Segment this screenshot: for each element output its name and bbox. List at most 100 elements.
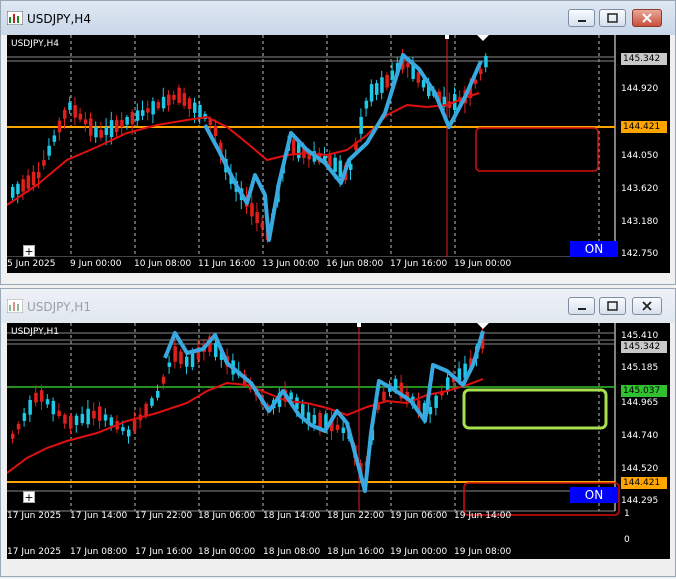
bull-candle: [51, 400, 56, 415]
time-axis-label: 19 Jun 00:00: [454, 259, 512, 269]
bull-candle: [484, 55, 488, 68]
bear-candle: [144, 403, 148, 416]
bull-candle: [434, 395, 438, 408]
time-axis-label: 18 Jun 14:00: [263, 511, 321, 521]
current-price-tag: 145.342: [621, 53, 667, 65]
bear-candle: [63, 414, 67, 424]
bull-candle: [28, 399, 32, 415]
bear-candle: [161, 376, 166, 384]
minimize-button[interactable]: [568, 9, 595, 27]
time-axis-label: 13 Jun 00:00: [262, 259, 320, 269]
window-titlebar[interactable]: USDJPY,H4: [1, 1, 675, 35]
moving-average-line: [7, 92, 480, 206]
bull-candle: [428, 406, 433, 415]
chart-canvas-h4: [7, 35, 616, 257]
bear-candle: [182, 93, 187, 106]
close-button[interactable]: [632, 297, 662, 315]
bull-candle: [214, 343, 218, 357]
bull-candle: [16, 183, 20, 194]
bull-candle: [47, 145, 51, 156]
bear-candle: [179, 351, 183, 365]
maximize-button[interactable]: [599, 9, 626, 27]
bull-candle: [359, 116, 363, 134]
bear-candle: [260, 223, 265, 228]
bear-candle: [255, 212, 259, 224]
bull-candle: [341, 427, 346, 434]
time-axis-label: 18 Jun 06:00: [198, 511, 256, 521]
bear-candle: [42, 160, 46, 166]
time-axis-label: 18 Jun 00:00: [198, 547, 256, 557]
bull-candle: [380, 77, 384, 93]
price-chart-h1[interactable]: USDJPY,H1 145.410 145.342 145.185 145.03…: [7, 323, 670, 535]
price-axis-label: 143.180: [621, 217, 659, 227]
bull-candle: [86, 408, 90, 425]
bull-candle: [11, 186, 15, 198]
chart-shift-marker: [477, 35, 489, 41]
bear-candle: [406, 62, 410, 68]
time-axis-label: 10 Jun 08:00: [134, 259, 192, 269]
bull-candle: [150, 398, 154, 406]
bull-candle: [125, 116, 129, 125]
on-button[interactable]: ON: [570, 487, 618, 503]
bull-candle: [161, 96, 166, 109]
price-axis-label: 144.740: [621, 431, 659, 441]
bull-candle: [185, 356, 189, 367]
time-axis-label: 19 Jun 08:00: [454, 547, 512, 557]
bear-candle: [177, 87, 181, 103]
bear-candle: [213, 125, 218, 137]
maximize-button[interactable]: [599, 297, 626, 315]
bull-candle: [52, 135, 57, 142]
bear-candle: [187, 98, 192, 109]
chart-window-h1: USDJPY,H1 USDJPY,H1 145.410 145.342 145.…: [0, 288, 676, 577]
minimize-button[interactable]: [568, 297, 595, 315]
bull-candle: [121, 427, 125, 432]
bull-candle: [193, 102, 197, 113]
green-zone-box: [462, 388, 608, 430]
bull-candle: [109, 417, 114, 426]
chart-window-icon: [7, 11, 23, 25]
bear-candle: [78, 113, 83, 120]
time-axis-label: 19 Jun 06:00: [390, 511, 448, 521]
time-axis-label: 18 Jun 22:00: [327, 511, 385, 521]
time-axis-label: 17 Jun 2025: [7, 547, 62, 557]
bear-candle: [416, 72, 421, 83]
price-axis-label: 145.185: [621, 363, 659, 373]
bear-candle: [63, 109, 67, 119]
bear-candle: [385, 74, 389, 88]
window-title: USDJPY,H1: [27, 300, 91, 314]
time-axis-label: 17 Jun 08:00: [70, 547, 128, 557]
bull-candle: [74, 415, 79, 426]
close-button[interactable]: [632, 9, 662, 27]
plus-button[interactable]: +: [23, 491, 35, 503]
bull-candle: [103, 414, 108, 421]
minimize-icon: [578, 20, 586, 22]
bull-candle: [312, 415, 317, 424]
time-axis-label: 5 Jun 2025: [7, 259, 56, 269]
bear-candle: [335, 424, 340, 430]
on-button[interactable]: ON: [570, 241, 618, 257]
bear-candle: [250, 203, 254, 217]
bear-candle: [146, 108, 150, 113]
bull-candle: [22, 413, 27, 421]
red-zone-box: [475, 127, 599, 172]
bear-candle: [382, 391, 386, 401]
price-axis-label: 144.965: [621, 398, 659, 408]
bear-candle: [99, 129, 103, 138]
price-axis-label: 144.050: [621, 151, 659, 161]
orange-line-price-tag: 144.421: [621, 121, 667, 133]
price-chart-h4[interactable]: USDJPY,H4 145.342 144.920 144.421 144.05…: [7, 35, 670, 259]
bear-candle: [11, 433, 15, 439]
bull-candle: [390, 70, 395, 80]
price-axis-label: 145.410: [621, 331, 659, 341]
plus-button[interactable]: +: [23, 245, 35, 257]
bull-candle: [94, 127, 98, 138]
bear-candle: [167, 94, 171, 106]
chart-window-h4: USDJPY,H4 USDJPY,H4 145.342 144.920 144.…: [0, 0, 676, 285]
bull-candle: [375, 83, 379, 95]
bear-candle: [37, 171, 41, 179]
time-axis-label: 9 Jun 00:00: [70, 259, 122, 269]
price-axis-label: 144.295: [621, 496, 659, 506]
bear-candle: [130, 112, 135, 125]
window-titlebar[interactable]: USDJPY,H1: [1, 289, 675, 323]
time-axis-label: 17 Jun 22:00: [135, 511, 193, 521]
